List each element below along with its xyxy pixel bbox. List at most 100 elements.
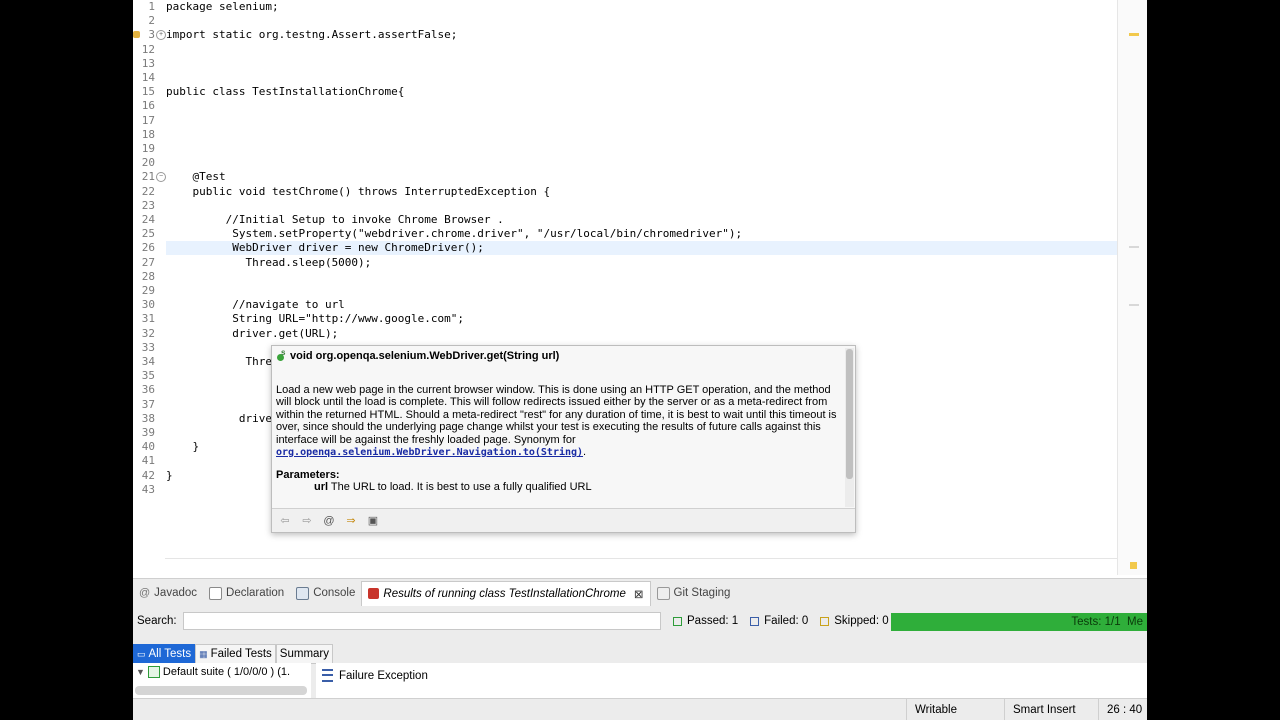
signature-text: void org.openqa.selenium.WebDriver.get(S… <box>290 350 560 362</box>
warning-summary-icon[interactable] <box>1130 562 1137 569</box>
tree-item-default-suite[interactable]: ▼ Default suite ( 1/0/0/0 ) (1. <box>136 666 290 678</box>
code-line[interactable]: import static org.testng.Assert.assertFa… <box>166 28 1118 42</box>
expand-chevron-icon[interactable]: ▼ <box>136 667 145 677</box>
tab-label: Console <box>313 587 356 599</box>
code-line[interactable] <box>166 128 1118 142</box>
line-number: 43 <box>141 482 155 496</box>
failed-icon <box>750 616 760 626</box>
code-line[interactable] <box>166 99 1118 113</box>
expand-fold-icon[interactable]: + <box>156 30 166 41</box>
writable-status: Writable <box>906 699 1003 720</box>
code-line[interactable] <box>166 156 1118 170</box>
tab-git-staging[interactable]: Git Staging <box>651 581 737 605</box>
failed-label: Failed: 0 <box>764 615 809 627</box>
code-line[interactable] <box>166 114 1118 128</box>
line-number: 22 <box>141 184 155 198</box>
line-number: 26 <box>141 241 155 255</box>
tab-label: Results of running class TestInstallatio… <box>383 587 626 600</box>
warning-icon[interactable] <box>133 31 140 39</box>
failure-exception-pane: Failure Exception <box>316 663 1147 699</box>
subtab-label: Failed Tests <box>210 648 272 660</box>
code-line[interactable]: driver.get(URL); <box>166 327 1118 341</box>
code-line[interactable]: //Initial Setup to invoke Chrome Browser… <box>166 213 1118 227</box>
javadoc-hover-popup[interactable]: void org.openqa.selenium.WebDriver.get(S… <box>271 345 856 533</box>
javadoc-content: void org.openqa.selenium.WebDriver.get(S… <box>272 346 843 509</box>
line-number: 21 <box>141 170 155 184</box>
code-line[interactable] <box>166 199 1118 213</box>
line-number: 29 <box>141 284 155 297</box>
code-line[interactable] <box>166 57 1118 71</box>
code-line[interactable] <box>166 14 1118 28</box>
line-number: 38 <box>141 411 155 425</box>
overview-ruler[interactable] <box>1117 0 1147 575</box>
results-subtabs: ▭ All Tests ▦ Failed Tests Summary <box>133 644 333 664</box>
occurrence-marker[interactable] <box>1129 304 1139 306</box>
code-line[interactable]: String URL="http://www.google.com"; <box>166 312 1118 326</box>
synonym-link[interactable]: org.openqa.selenium.WebDriver.Navigation… <box>276 447 583 458</box>
open-attached-javadoc-icon[interactable]: @ <box>320 513 338 529</box>
suite-pass-icon <box>147 666 160 678</box>
code-line[interactable] <box>166 270 1118 284</box>
line-number: 31 <box>141 312 155 326</box>
forward-icon[interactable]: ⇨ <box>298 513 316 529</box>
test-tree[interactable]: ▼ Default suite ( 1/0/0/0 ) (1. <box>133 663 311 699</box>
subtab-failed-tests[interactable]: ▦ Failed Tests <box>195 644 276 664</box>
code-line[interactable] <box>166 284 1118 298</box>
line-number: 14 <box>141 71 155 84</box>
line-number: 36 <box>141 383 155 397</box>
subtab-all-tests[interactable]: ▭ All Tests <box>133 644 196 664</box>
tab-javadoc[interactable]: @ Javadoc <box>133 581 203 605</box>
search-input[interactable] <box>183 612 661 630</box>
progress-suffix: Me <box>1127 616 1143 628</box>
line-number: 16 <box>141 99 155 113</box>
line-number: 1 <box>148 0 155 13</box>
line-number: 24 <box>141 213 155 226</box>
code-line[interactable]: package selenium; <box>166 0 1118 14</box>
code-line[interactable] <box>166 142 1118 156</box>
collapse-fold-icon[interactable]: − <box>156 172 166 183</box>
passed-count: Passed: 1 <box>673 615 738 627</box>
code-line[interactable] <box>166 43 1118 57</box>
code-line[interactable] <box>166 71 1118 85</box>
subtab-summary[interactable]: Summary <box>275 644 333 664</box>
param-name: url <box>314 481 329 494</box>
line-number: 39 <box>141 426 155 439</box>
parameters-title: Parameters: <box>276 469 340 481</box>
line-number: 25 <box>141 227 155 241</box>
popup-scrollbar[interactable] <box>845 348 854 507</box>
open-declaration-icon[interactable]: ⇒ <box>342 513 360 529</box>
param-desc: The URL to load. It is best to use a ful… <box>330 481 592 494</box>
all-tests-icon: ▭ <box>137 649 146 659</box>
back-icon[interactable]: ⇦ <box>276 513 294 529</box>
show-in-javadoc-view-icon[interactable]: ▣ <box>364 513 382 529</box>
javadoc-icon: @ <box>139 587 151 599</box>
line-number: 18 <box>141 127 155 141</box>
line-number: 32 <box>141 326 155 340</box>
warning-marker-icon[interactable] <box>1129 33 1139 36</box>
occurrence-marker[interactable] <box>1129 246 1139 248</box>
line-number: 19 <box>141 142 155 155</box>
code-line[interactable]: public class TestInstallationChrome{ <box>166 85 1118 99</box>
popup-scroll-thumb[interactable] <box>846 349 853 479</box>
line-number: 23 <box>141 198 155 212</box>
tree-horizontal-scrollbar[interactable] <box>135 686 307 695</box>
line-number: 13 <box>141 56 155 70</box>
tab-testng-results[interactable]: Results of running class TestInstallatio… <box>361 580 651 606</box>
tab-label: Declaration <box>226 587 285 599</box>
code-line[interactable]: public void testChrome() throws Interrup… <box>166 185 1118 199</box>
code-line[interactable]: Thread.sleep(5000); <box>166 256 1118 270</box>
code-line[interactable]: WebDriver driver = new ChromeDriver(); <box>166 241 1118 256</box>
tab-declaration[interactable]: Declaration <box>203 581 290 605</box>
line-number: 40 <box>141 440 155 454</box>
code-line[interactable]: //navigate to url <box>166 298 1118 312</box>
skipped-label: Skipped: 0 <box>834 615 889 627</box>
eclipse-window: 1 2 3 +12 13 14 15 16 17 18 19 20 21−22 23 24 25 26 27 28 2… <box>133 0 1147 720</box>
code-line[interactable]: @Test <box>166 170 1118 184</box>
status-bar: Writable Smart Insert 26 : 40 <box>133 698 1147 720</box>
tab-console[interactable]: Console <box>290 581 361 605</box>
failed-count: Failed: 0 <box>750 615 808 627</box>
close-icon[interactable]: ⊠ <box>634 587 644 601</box>
code-line[interactable]: System.setProperty("webdriver.chrome.dri… <box>166 227 1118 241</box>
editor-divider <box>165 558 1118 559</box>
line-number: 15 <box>141 85 155 99</box>
